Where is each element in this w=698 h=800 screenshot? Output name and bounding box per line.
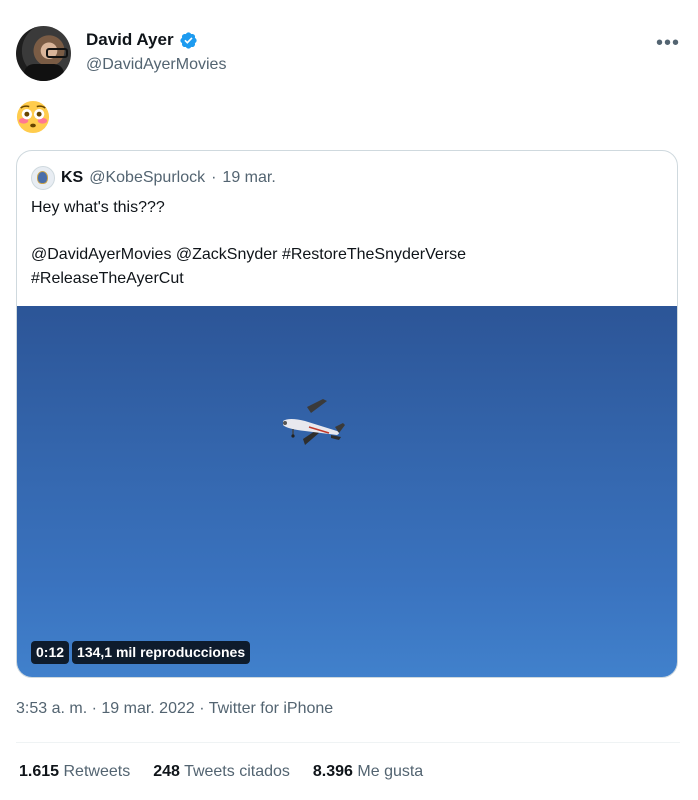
more-options-icon[interactable]: •••: [656, 32, 680, 55]
quote-tweets-stat[interactable]: 248 Tweets citados: [153, 763, 290, 781]
airplane-image: [283, 399, 345, 445]
tweet-metadata[interactable]: 3:53 a. m. · 19 mar. 2022 · Twitter for …: [16, 700, 333, 718]
video-duration-badge: 0:12: [31, 641, 70, 664]
quoted-text-hashtag: #ReleaseTheAyerCut: [31, 270, 184, 287]
avatar-glasses: [46, 48, 68, 58]
avatar-shirt: [24, 64, 64, 81]
retweets-count: 1.615: [19, 763, 60, 780]
quoted-tweet-header: KS @KobeSpurlock · 19 mar.: [31, 166, 276, 190]
likes-count: 8.396: [312, 763, 353, 780]
quoted-text-line: Hey what's this???: [31, 199, 165, 216]
quoted-author-name: KS: [61, 169, 84, 186]
divider: [16, 742, 680, 743]
quotes-label: Tweets citados: [184, 763, 290, 780]
verified-badge-icon: [179, 31, 197, 49]
quoted-author-avatar[interactable]: [31, 166, 55, 190]
quoted-tweet[interactable]: KS @KobeSpurlock · 19 mar. Hey what's th…: [16, 150, 678, 678]
author-avatar[interactable]: [16, 26, 71, 81]
author-display-name[interactable]: David Ayer: [86, 30, 174, 50]
author-handle[interactable]: @DavidAyerMovies: [86, 56, 226, 74]
quoted-tweet-text: Hey what's this??? @DavidAyerMovies @Zac…: [31, 196, 466, 291]
tweet-stats: 1.615 Retweets 248 Tweets citados 8.396 …: [19, 763, 423, 781]
video-views-badge: 134,1 mil reproducciones: [72, 641, 251, 664]
video-badges: 0:12 134,1 mil reproducciones: [31, 641, 251, 664]
likes-label: Me gusta: [357, 763, 424, 780]
quoted-separator: ·: [211, 169, 217, 186]
retweets-label: Retweets: [63, 763, 131, 780]
tweet-header: David Ayer @DavidAyerMovies •••: [16, 24, 682, 84]
retweets-stat[interactable]: 1.615 Retweets: [19, 763, 130, 781]
likes-stat[interactable]: 8.396 Me gusta: [313, 763, 423, 781]
quoted-author-handle: @KobeSpurlock: [89, 169, 206, 186]
quotes-count: 248: [153, 763, 180, 780]
quoted-text-mentions: @DavidAyerMovies @ZackSnyder #RestoreThe…: [31, 246, 467, 263]
author-name-row: David Ayer: [86, 30, 198, 50]
quoted-date: 19 mar.: [222, 169, 276, 186]
flushed-face-icon: [16, 100, 50, 134]
video-player[interactable]: 0:12 134,1 mil reproducciones: [17, 306, 677, 677]
